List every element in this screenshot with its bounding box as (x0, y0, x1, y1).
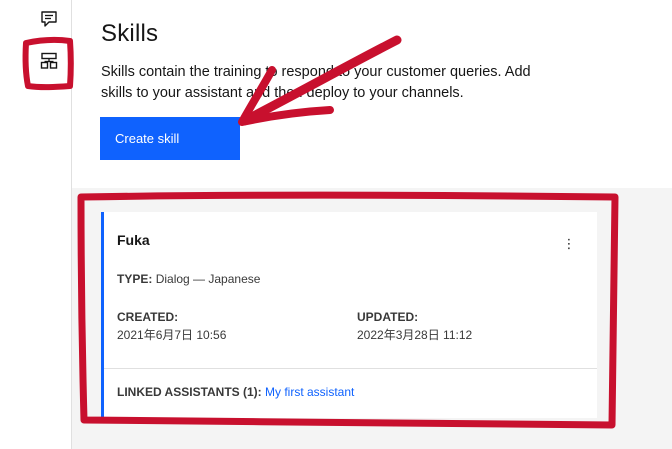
linked-label: LINKED ASSISTANTS (1): (117, 385, 262, 399)
linked-assistant-link[interactable]: My first assistant (265, 385, 354, 399)
side-rail (0, 0, 72, 449)
page-description: Skills contain the training to respond t… (101, 64, 531, 101)
updated-label: UPDATED: (357, 310, 419, 324)
linked-assistants: LINKED ASSISTANTS (1): My first assistan… (117, 385, 354, 399)
skill-type: TYPE: Dialog — Japanese (117, 272, 260, 286)
type-value: Dialog — Japanese (155, 272, 261, 286)
updated-value: 2022年3月28日 11:12 (357, 328, 473, 342)
page-title: Skills (101, 20, 159, 47)
type-label: TYPE: (117, 272, 153, 286)
updated-info: UPDATED: 2022年3月28日 11:12 (357, 310, 472, 343)
created-label: CREATED: (117, 310, 179, 324)
skills-icon[interactable] (40, 52, 58, 70)
skills-page: Skills Skills contain the training to re… (0, 0, 672, 449)
overflow-menu-icon[interactable]: ⋮ (562, 236, 576, 252)
created-info: CREATED: 2021年6月7日 10:56 (117, 310, 226, 343)
create-skill-button[interactable]: Create skill (100, 117, 240, 160)
card-divider (104, 368, 597, 369)
skill-card[interactable]: Fuka ⋮ TYPE: Dialog — Japanese CREATED: … (101, 212, 597, 418)
skill-name: Fuka (117, 232, 150, 248)
created-value: 2021年6月7日 10:56 (117, 328, 227, 342)
chat-icon[interactable] (40, 10, 58, 28)
